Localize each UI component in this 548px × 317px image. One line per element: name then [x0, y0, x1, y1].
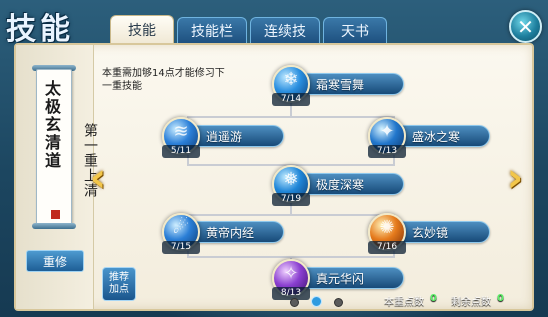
chevron-right-icon[interactable]: ›: [503, 156, 527, 200]
tab-bar: 技能 技能栏 连续技 天书: [110, 15, 387, 45]
skill-node[interactable]: 极度深寒 ❅ 7/19: [272, 165, 412, 206]
skill-name: 黄帝内经: [206, 226, 255, 240]
tab-heavenly-book[interactable]: 天书: [323, 17, 387, 44]
skill-level: 7/15: [162, 241, 200, 254]
recommend-points-label: 推荐加点: [109, 272, 129, 295]
remaining-points-label: 剩余点数: [450, 297, 491, 308]
skill-name: 盛冰之寒: [412, 130, 461, 144]
tier-points-label: 本重点数: [384, 297, 424, 308]
close-button[interactable]: ✕: [509, 10, 542, 43]
page-dot-2[interactable]: [311, 296, 322, 307]
skill-level: 7/14: [272, 93, 310, 106]
skill-name: 逍遥游: [206, 130, 243, 144]
page-dot-1[interactable]: [290, 298, 299, 307]
skill-name: 真元华闪: [316, 272, 365, 286]
window-title: 技能: [6, 12, 74, 47]
chevron-left-icon[interactable]: ‹: [86, 156, 110, 200]
point-counters: 本重点数 0 剩余点数 0: [384, 293, 504, 308]
recommend-points-button[interactable]: 推荐加点: [102, 267, 136, 301]
tab-skills[interactable]: 技能: [110, 15, 174, 44]
skill-name: 霜寒雪舞: [316, 78, 365, 92]
skill-name: 极度深寒: [316, 178, 365, 192]
skill-window: 技能 技能 技能栏 连续技 天书 ✕ 太极玄清道 重修 第一重上清 本重需加够1…: [0, 0, 548, 317]
skill-level: 7/16: [368, 241, 406, 254]
tab-skill-bar[interactable]: 技能栏: [177, 17, 247, 44]
page-dot-3[interactable]: [334, 298, 343, 307]
skill-node[interactable]: 玄妙镜 ✺ 7/16: [368, 213, 498, 254]
skill-node[interactable]: 黄帝内经 ☄ 7/15: [162, 213, 292, 254]
skill-node[interactable]: 逍遥游 ≋ 5/11: [162, 117, 292, 158]
skill-node[interactable]: 霜寒雪舞 ❄ 7/14: [272, 65, 412, 106]
skill-name: 玄妙镜: [412, 226, 449, 240]
tab-combo[interactable]: 连续技: [250, 17, 320, 44]
skill-node[interactable]: 盛冰之寒 ✦ 7/13: [368, 117, 498, 158]
skill-level: 5/11: [162, 145, 200, 158]
skill-level: 7/19: [272, 193, 310, 206]
close-x-icon: ✕: [517, 14, 534, 39]
remaining-points-value: 0: [496, 293, 504, 304]
tier-points-value: 0: [430, 293, 437, 304]
skill-level: 7/13: [368, 145, 406, 158]
